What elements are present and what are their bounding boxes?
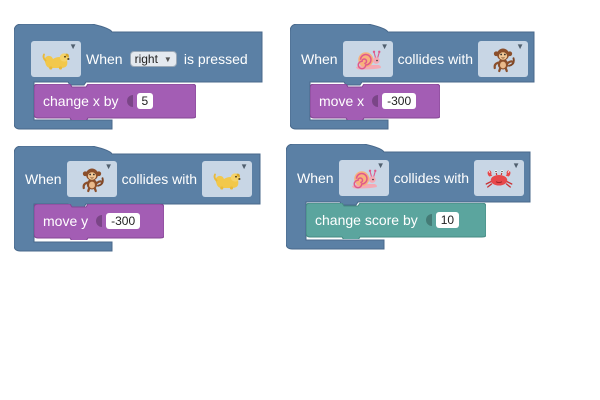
number-input[interactable]: -300 (106, 213, 141, 229)
when-label: When (301, 51, 338, 67)
dropdown-arrow-icon: ▼ (512, 161, 521, 170)
change-score-block[interactable]: change score by 10 (306, 203, 486, 239)
dog-icon (41, 46, 71, 72)
when-label: When (86, 51, 123, 67)
move-x-label: move x (319, 93, 365, 109)
number-input[interactable]: 10 (435, 212, 460, 228)
collides-with-label: collides with (121, 171, 198, 187)
sprite-dropdown[interactable]: ▼ (31, 41, 81, 77)
input-tab (126, 92, 133, 110)
key-pressed-event-block[interactable]: ▼ When right ▼ is pressed change x by 5 (14, 24, 264, 132)
collision-event-block[interactable]: When ▼ collides with ▼ move x -300 (290, 24, 540, 132)
dropdown-arrow-icon: ▼ (516, 42, 525, 51)
move-y-block[interactable]: move y -300 (34, 204, 164, 240)
sprite-dropdown[interactable]: ▼ (66, 161, 117, 197)
dropdown-arrow-icon: ▼ (380, 42, 389, 51)
monkey-icon (488, 45, 518, 73)
key-value: right (134, 52, 158, 66)
input-tab (372, 92, 379, 110)
dog-icon (212, 166, 242, 192)
move-y-label: move y (43, 213, 89, 229)
dropdown-arrow-icon: ▼ (163, 54, 172, 64)
sprite-dropdown[interactable]: ▼ (478, 41, 529, 77)
collision-event-block[interactable]: When ▼ collides with ▼ change score by 1… (286, 144, 536, 252)
change-x-block[interactable]: change x by 5 (34, 84, 196, 120)
dropdown-arrow-icon: ▼ (240, 162, 249, 171)
sprite-dropdown[interactable]: ▼ (474, 160, 525, 196)
change-x-label: change x by (43, 93, 119, 109)
sprite-dropdown[interactable]: ▼ (338, 160, 389, 196)
is-pressed-label: is pressed (183, 51, 248, 67)
collides-with-label: collides with (393, 170, 470, 186)
dropdown-arrow-icon: ▼ (104, 162, 113, 171)
monkey-icon (77, 165, 107, 193)
number-input[interactable]: 5 (136, 93, 154, 109)
dropdown-arrow-icon: ▼ (376, 161, 385, 170)
when-label: When (25, 171, 62, 187)
move-x-block[interactable]: move x -300 (310, 84, 440, 120)
input-tab (96, 212, 103, 230)
dropdown-arrow-icon: ▼ (69, 42, 77, 51)
when-label: When (297, 170, 334, 186)
number-input[interactable]: -300 (382, 93, 417, 109)
snail-icon (353, 46, 383, 72)
collision-event-block[interactable]: When ▼ collides with ▼ move y -300 (14, 146, 264, 254)
collides-with-label: collides with (397, 51, 474, 67)
crab-icon (484, 165, 514, 191)
key-dropdown[interactable]: right ▼ (129, 51, 177, 67)
sprite-dropdown[interactable]: ▼ (342, 41, 393, 77)
sprite-dropdown[interactable]: ▼ (202, 161, 253, 197)
change-score-label: change score by (315, 212, 418, 228)
input-tab (425, 211, 432, 229)
snail-icon (349, 165, 379, 191)
